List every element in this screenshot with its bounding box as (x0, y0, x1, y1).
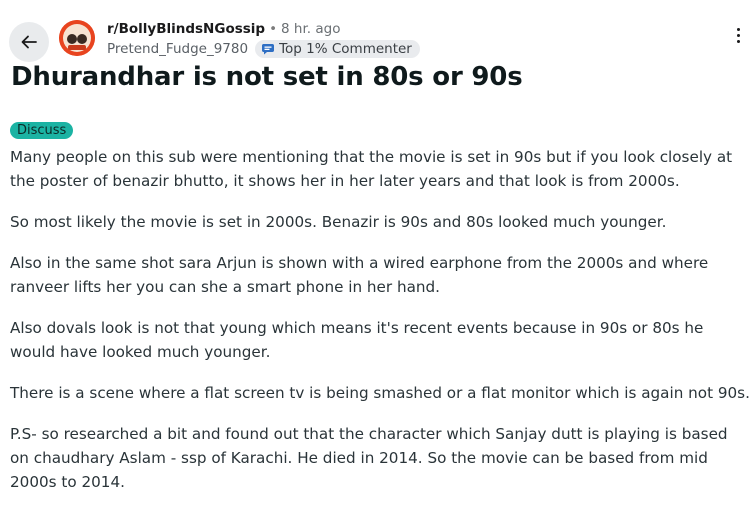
more-options-icon[interactable] (737, 28, 740, 43)
back-button[interactable] (9, 22, 49, 62)
meta-separator: • (269, 21, 278, 37)
post-body: Many people on this sub were mentioning … (10, 145, 750, 511)
post-title: Dhurandhar is not set in 80s or 90s (11, 62, 523, 92)
post-paragraph: There is a scene where a flat screen tv … (10, 384, 750, 402)
author-username[interactable]: Pretend_Fudge_9780 (107, 41, 248, 57)
arrow-left-icon (21, 35, 37, 49)
post-paragraph: P.S- so researched a bit and found out t… (10, 425, 728, 491)
post-flair-tag[interactable]: Discuss (10, 122, 74, 139)
post-paragraph: Many people on this sub were mentioning … (10, 148, 733, 190)
subreddit-avatar[interactable] (59, 20, 95, 56)
post-meta: r/BollyBlindsNGossip • 8 hr. ago (107, 21, 340, 37)
user-flair: Top 1% Commenter (255, 40, 420, 58)
commenter-badge-icon (261, 43, 275, 55)
subreddit-link[interactable]: r/BollyBlindsNGossip (107, 21, 265, 37)
post-paragraph: Also dovals look is not that young which… (10, 319, 704, 361)
post-time: 8 hr. ago (281, 21, 341, 37)
post-paragraph: So most likely the movie is set in 2000s… (10, 213, 667, 231)
author-meta: Pretend_Fudge_9780 Top 1% Commenter (107, 40, 420, 58)
flair-label: Top 1% Commenter (279, 41, 412, 57)
post-paragraph: Also in the same shot sara Arjun is show… (10, 254, 709, 296)
